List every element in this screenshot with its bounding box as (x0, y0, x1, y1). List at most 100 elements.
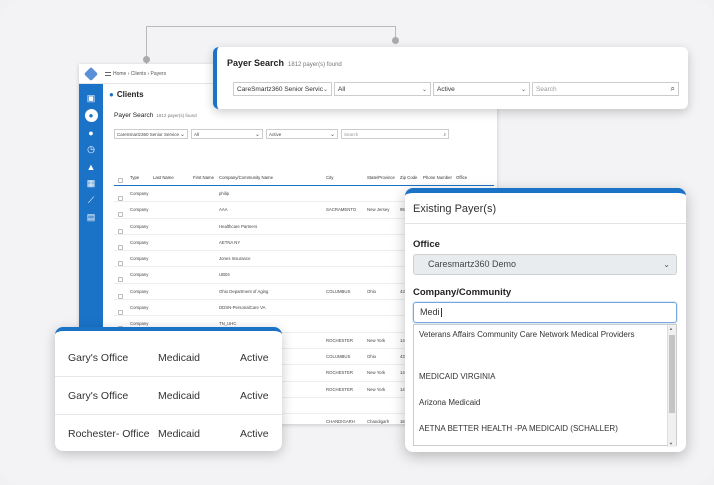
payer-name: Medicaid (158, 352, 201, 364)
status-select-value: Active (269, 131, 282, 137)
column-header[interactable]: Last Name (153, 175, 174, 180)
status-select[interactable]: Active ⌄ (433, 82, 530, 96)
company-cell: AAA (219, 207, 228, 213)
column-header[interactable]: State/Province (367, 175, 395, 180)
office-name: Gary's Office (68, 390, 129, 402)
chevron-down-icon: ⌄ (322, 86, 328, 93)
flask-icon[interactable]: ▲ (79, 158, 103, 175)
type-select-value: All (338, 85, 346, 93)
card-title: Existing Payer(s) (413, 203, 497, 215)
home-icon[interactable]: ▣ (79, 90, 103, 107)
type-cell: Company (130, 239, 149, 245)
report-icon[interactable]: ▤ (79, 209, 103, 226)
dropdown-option[interactable]: Arizona Medicaid (419, 395, 669, 411)
state-cell: Ohio (367, 353, 377, 359)
state-cell: New York (367, 370, 386, 376)
chart-icon[interactable]: ⟋ (79, 192, 103, 209)
office-name: Gary's Office (68, 352, 129, 364)
type-cell: Company (130, 321, 149, 327)
table-header: Type Last Name First Name Company/Commun… (114, 172, 494, 186)
company-cell: DDSN-PersonalCare VA (219, 305, 266, 311)
city-cell: COLUMBUS (326, 288, 351, 294)
dropdown-option[interactable]: AETNA BETTER HEALTH -PA MEDICAID (SCHALL… (419, 421, 669, 437)
state-cell: Chandigarh (367, 419, 390, 424)
city-cell: ROCHESTER (326, 386, 353, 392)
chevron-down-icon: ⌄ (421, 86, 427, 93)
column-header[interactable]: First Name (193, 175, 214, 180)
city-cell: COLUMBUS (326, 353, 351, 359)
company-input-value: Medi (420, 307, 440, 317)
payer-count: 1812 payer(s) found (156, 113, 197, 118)
type-cell: Company (130, 207, 149, 213)
chevron-down-icon: ⌄ (329, 131, 335, 138)
clock-icon[interactable]: ◷ (79, 141, 103, 158)
scrollbar-thumb[interactable] (669, 335, 675, 413)
search-icon[interactable]: ⌕ (443, 132, 446, 137)
scroll-down-icon[interactable]: ▼ (669, 441, 673, 446)
user-icon[interactable]: ● (79, 107, 103, 124)
status-text: Active (240, 428, 269, 440)
company-cell: Jones Insurance (219, 256, 251, 262)
type-cell: Company (130, 305, 149, 311)
scrollbar[interactable]: ▲ ▼ (667, 325, 676, 447)
type-cell: Company (130, 191, 149, 196)
company-cell: Healthcare Partners (219, 223, 258, 229)
state-cell: Ohio (367, 288, 377, 294)
office-row[interactable]: Gary's Office Medicaid Active (55, 377, 282, 415)
status-text: Active (240, 352, 269, 364)
company-input[interactable]: Medi (413, 302, 677, 323)
divider (405, 223, 686, 224)
payer-name: Medicaid (158, 428, 201, 440)
search-icon[interactable]: ⌕ (671, 84, 675, 94)
type-cell: Company (130, 272, 149, 278)
scroll-up-icon[interactable]: ▲ (669, 326, 673, 331)
column-header[interactable]: Company/Community Name (219, 175, 273, 180)
column-header[interactable]: Zip Code (400, 175, 417, 180)
breadcrumb[interactable]: Home › Clients › Payers (113, 71, 166, 77)
office-select[interactable]: Caresmartz360 Demo ⌄ (413, 254, 677, 275)
column-header[interactable]: Phone Number (423, 175, 452, 180)
company-select-value: CareSmartz360 Senior Service (117, 131, 180, 137)
connector-dot (392, 37, 399, 44)
company-label: Company/Community (413, 287, 512, 298)
column-header[interactable]: Type (130, 175, 139, 180)
menu-icon[interactable] (105, 71, 111, 76)
type-select[interactable]: All ⌄ (334, 82, 431, 96)
column-header[interactable]: City (326, 175, 333, 180)
office-row[interactable]: Gary's Office Medicaid Active (55, 339, 282, 377)
office-label: Office (413, 239, 440, 250)
payer-search-title: Payer Search 1812 payer(s) found (227, 58, 342, 68)
column-header[interactable]: Office (456, 175, 467, 180)
payer-search-label: Payer Search (114, 112, 154, 119)
dropdown-option[interactable]: Veterans Affairs Community Care Network … (419, 327, 669, 343)
type-cell: Company (130, 223, 149, 229)
chevron-down-icon: ⌄ (254, 131, 260, 138)
type-select[interactable]: All ⌄ (191, 129, 263, 139)
company-select[interactable]: CareSmartz360 Senior Service ⌄ (114, 129, 188, 139)
office-select-value: Caresmartz360 Demo (428, 259, 517, 269)
text-cursor (440, 308, 442, 318)
connector-line (146, 26, 396, 27)
calendar-icon[interactable]: ▦ (79, 175, 103, 192)
state-cell: New York (367, 337, 386, 343)
state-cell: New Jersey (367, 207, 390, 213)
company-select[interactable]: CareSmartz360 Senior Service ⌄ (233, 82, 332, 96)
payer-search-heading: Payer Search 1812 payer(s) found (114, 112, 197, 119)
payer-search-title-text: Payer Search (227, 58, 285, 68)
office-row[interactable]: Rochester- Office Medicaid Active (55, 415, 282, 453)
users-icon: ● (109, 90, 114, 99)
person-icon[interactable]: ● (79, 124, 103, 141)
autocomplete-dropdown: Veterans Affairs Community Care Network … (413, 324, 677, 447)
company-cell: philip (219, 191, 230, 196)
payer-count: 1812 payer(s) found (288, 62, 342, 68)
city-cell: CHANDIGARH (326, 419, 355, 424)
search-input[interactable]: Search ⌕ (341, 129, 449, 139)
type-cell: Company (130, 256, 149, 262)
company-cell: Ohio Department of Aging (219, 288, 269, 294)
dropdown-option[interactable]: MEDICAID VIRGINIA (419, 369, 669, 385)
search-input[interactable]: Search ⌕ (532, 82, 679, 96)
company-select-value: CareSmartz360 Senior Service (237, 85, 323, 93)
status-select[interactable]: Active ⌄ (266, 129, 338, 139)
page-title-text: Clients (116, 90, 144, 99)
company-cell: TN_UHC (219, 321, 237, 327)
